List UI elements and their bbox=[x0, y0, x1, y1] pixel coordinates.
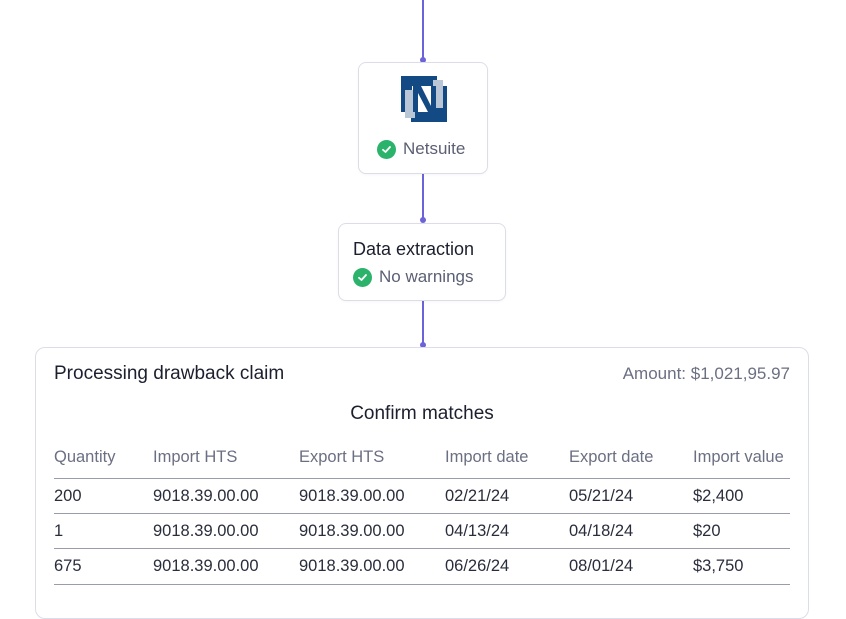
cell-quantity: 1 bbox=[54, 513, 153, 549]
table-header-row: Quantity Import HTS Export HTS Import da… bbox=[54, 448, 790, 479]
data-extraction-node[interactable]: Data extraction No warnings bbox=[338, 223, 506, 301]
claim-title: Processing drawback claim bbox=[54, 363, 285, 384]
column-header-import-date: Import date bbox=[445, 448, 529, 466]
table-row[interactable]: 200 9018.39.00.00 9018.39.00.00 02/21/24… bbox=[54, 478, 790, 514]
cell-export-date: 04/18/24 bbox=[569, 513, 693, 549]
flow-connector-middle bbox=[422, 173, 424, 221]
netsuite-label: Netsuite bbox=[403, 139, 466, 158]
confirm-matches-heading: Confirm matches bbox=[350, 403, 494, 424]
cell-import-value: $3,750 bbox=[693, 548, 790, 583]
check-circle-icon bbox=[377, 139, 396, 159]
cell-export-hts: 9018.39.00.00 bbox=[299, 513, 445, 549]
column-header-import-value: Import value bbox=[693, 448, 784, 466]
drawback-claim-card: Processing drawback claim Amount: $1,021… bbox=[35, 347, 809, 619]
cell-import-date: 06/26/24 bbox=[445, 548, 569, 583]
column-header-quantity: Quantity bbox=[54, 448, 116, 466]
cell-import-value: $20 bbox=[693, 513, 790, 549]
table-row[interactable]: 1 9018.39.00.00 9018.39.00.00 04/13/24 0… bbox=[54, 513, 790, 549]
cell-quantity: 675 bbox=[54, 548, 153, 583]
netsuite-integration-node[interactable]: Netsuite bbox=[358, 62, 488, 174]
cell-export-date: 08/01/24 bbox=[569, 548, 693, 583]
table-row[interactable]: 675 9018.39.00.00 9018.39.00.00 06/26/24… bbox=[54, 548, 790, 583]
extraction-status: No warnings bbox=[353, 267, 474, 287]
table-bottom-rule bbox=[54, 584, 790, 585]
cell-import-date: 02/21/24 bbox=[445, 478, 569, 514]
check-circle-icon bbox=[353, 267, 372, 287]
flow-connector-top bbox=[422, 0, 424, 60]
column-header-import-hts: Import HTS bbox=[153, 448, 238, 466]
column-header-export-date: Export date bbox=[569, 448, 654, 466]
extraction-title: Data extraction bbox=[353, 239, 475, 259]
cell-quantity: 200 bbox=[54, 478, 153, 514]
extraction-status-label: No warnings bbox=[379, 267, 474, 286]
cell-export-hts: 9018.39.00.00 bbox=[299, 548, 445, 583]
cell-export-hts: 9018.39.00.00 bbox=[299, 478, 445, 514]
cell-import-date: 04/13/24 bbox=[445, 513, 569, 549]
cell-export-date: 05/21/24 bbox=[569, 478, 693, 514]
column-header-export-hts: Export HTS bbox=[299, 448, 385, 466]
cell-import-hts: 9018.39.00.00 bbox=[153, 548, 299, 583]
cell-import-hts: 9018.39.00.00 bbox=[153, 513, 299, 549]
cell-import-value: $2,400 bbox=[693, 478, 790, 514]
netsuite-status: Netsuite bbox=[377, 139, 465, 159]
claim-amount: Amount: $1,021,95.97 bbox=[622, 364, 790, 383]
cell-import-hts: 9018.39.00.00 bbox=[153, 478, 299, 514]
flow-connector-bottom bbox=[422, 300, 424, 346]
netsuite-logo-icon bbox=[401, 76, 447, 122]
matches-table: Quantity Import HTS Export HTS Import da… bbox=[54, 448, 790, 583]
